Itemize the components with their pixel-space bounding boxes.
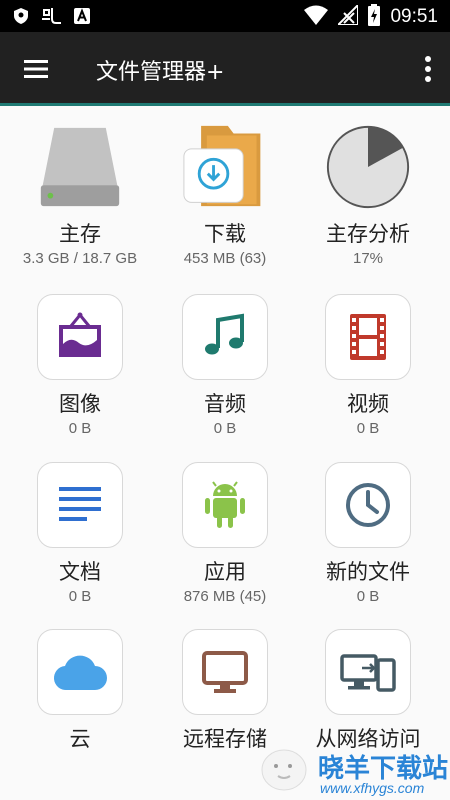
tile-apps[interactable]: 应用 876 MB (45) bbox=[150, 462, 300, 605]
tile-label: 文档 bbox=[59, 560, 101, 584]
tile-label: 音频 bbox=[204, 392, 246, 416]
image-icon bbox=[37, 294, 123, 380]
clock-icon bbox=[325, 462, 411, 548]
devices-icon bbox=[325, 629, 411, 715]
menu-icon bbox=[24, 60, 48, 78]
tile-label: 主存分析 bbox=[326, 222, 410, 246]
tab-indicator bbox=[0, 103, 450, 106]
tile-sub: 0 B bbox=[213, 420, 237, 437]
app-bar: 文件管理器+ bbox=[0, 32, 450, 106]
tile-new-files[interactable]: 新的文件 0 B bbox=[293, 462, 443, 605]
tile-remote-storage[interactable]: 远程存储 bbox=[150, 629, 300, 753]
tile-sub: 0 B bbox=[68, 420, 92, 437]
tile-downloads[interactable]: 下载 453 MB (63) bbox=[150, 124, 300, 267]
sheep-logo-icon bbox=[261, 749, 307, 791]
tile-cloud[interactable]: 云 bbox=[5, 629, 155, 753]
wifi-icon bbox=[304, 5, 329, 29]
overflow-menu-button[interactable] bbox=[424, 54, 432, 84]
tile-label: 视频 bbox=[347, 392, 389, 416]
document-icon bbox=[37, 462, 123, 548]
more-vertical-icon bbox=[425, 56, 431, 82]
tile-sub: 0 B bbox=[356, 420, 380, 437]
page-title: 文件管理器+ bbox=[96, 60, 225, 85]
music-icon bbox=[182, 294, 268, 380]
shield-icon bbox=[14, 8, 28, 28]
tile-storage-analysis[interactable]: 主存分析 17% bbox=[293, 124, 443, 267]
monitor-icon bbox=[182, 629, 268, 715]
status-right: 09:51 bbox=[304, 2, 438, 30]
tile-documents[interactable]: 文档 0 B bbox=[5, 462, 155, 605]
drive-icon bbox=[37, 124, 123, 210]
tile-sub: 17% bbox=[352, 250, 384, 267]
tile-sub: 876 MB (45) bbox=[183, 588, 267, 605]
status-bar: 09:51 bbox=[0, 0, 450, 32]
tile-label: 云 bbox=[69, 727, 91, 751]
download-folder-icon bbox=[182, 124, 268, 210]
tile-label: 下载 bbox=[204, 222, 246, 246]
battery-charging-icon bbox=[368, 4, 381, 30]
tile-images[interactable]: 图像 0 B bbox=[5, 294, 155, 437]
status-time: 09:51 bbox=[390, 6, 438, 27]
cloud-icon bbox=[37, 629, 123, 715]
tile-sub: 453 MB (63) bbox=[183, 250, 267, 267]
status-left bbox=[14, 7, 90, 29]
tile-video[interactable]: 视频 0 B bbox=[293, 294, 443, 437]
tile-label: 应用 bbox=[204, 560, 246, 584]
tile-audio[interactable]: 音频 0 B bbox=[150, 294, 300, 437]
watermark: 晓羊下载站 www.xfhygs.com bbox=[250, 738, 450, 798]
tile-label: 新的文件 bbox=[326, 560, 410, 584]
tile-label: 主存 bbox=[59, 222, 101, 246]
pie-chart-icon bbox=[325, 124, 411, 210]
tile-network-access[interactable]: 从网络访问 bbox=[293, 629, 443, 753]
tile-main-storage[interactable]: 主存 3.3 GB / 18.7 GB bbox=[5, 124, 155, 267]
tile-label: 图像 bbox=[59, 392, 101, 416]
tile-sub: 3.3 GB / 18.7 GB bbox=[22, 250, 138, 267]
font-a-icon bbox=[74, 8, 90, 28]
watermark-url: www.xfhygs.com bbox=[320, 780, 425, 796]
android-icon bbox=[182, 462, 268, 548]
app-icon bbox=[40, 7, 62, 29]
film-icon bbox=[325, 294, 411, 380]
signal-icon bbox=[336, 2, 360, 29]
tile-sub: 0 B bbox=[356, 588, 380, 605]
hamburger-menu-button[interactable] bbox=[22, 56, 50, 82]
tile-sub: 0 B bbox=[68, 588, 92, 605]
